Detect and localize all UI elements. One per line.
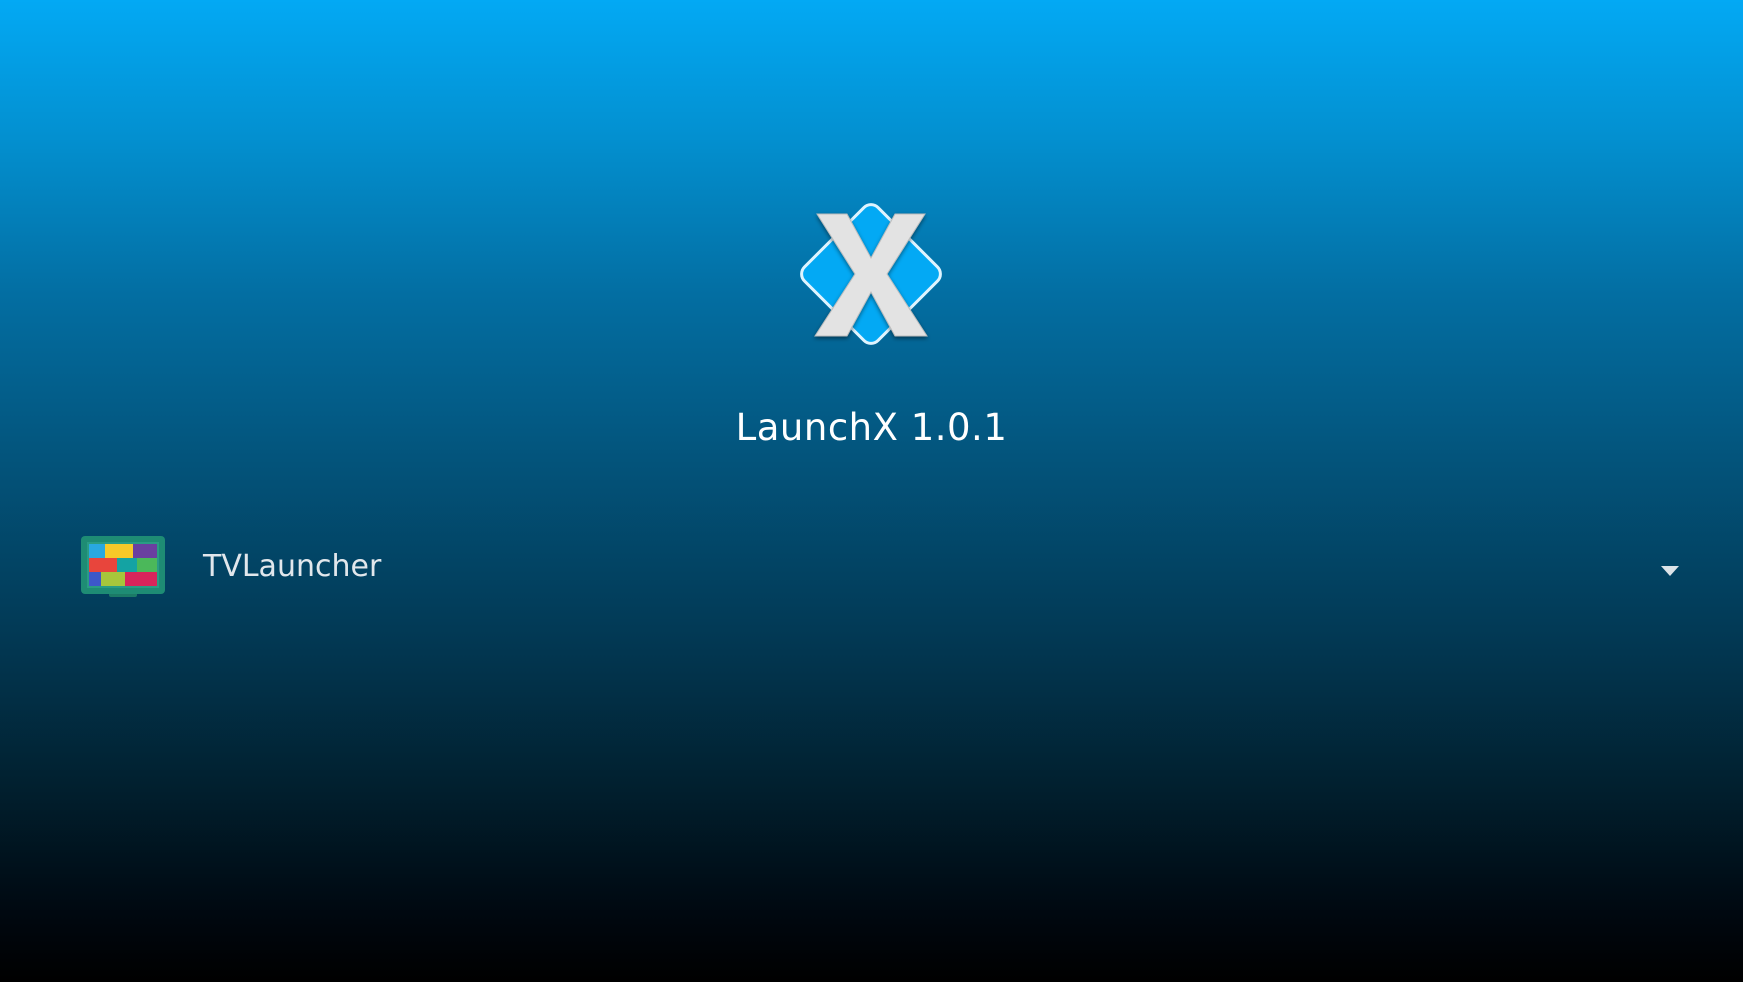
app-title: LaunchX 1.0.1 xyxy=(735,406,1008,449)
tv-launcher-app-icon xyxy=(81,536,165,600)
launcher-selected-value: TVLauncher xyxy=(203,549,382,584)
launchx-logo-icon xyxy=(800,203,942,345)
launcher-selector[interactable]: TVLauncher xyxy=(0,520,1743,616)
caret-down-icon[interactable] xyxy=(1660,562,1680,576)
app-logo xyxy=(785,188,957,360)
